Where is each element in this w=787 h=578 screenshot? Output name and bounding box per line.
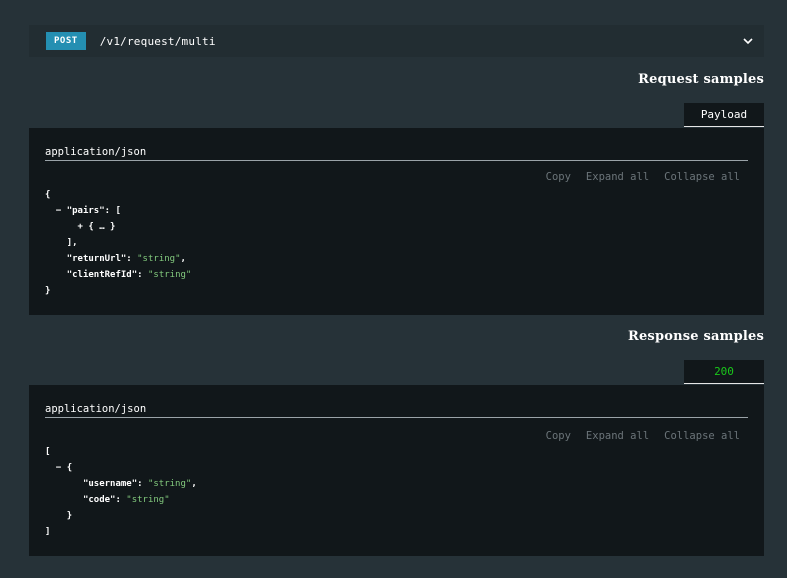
expand-toggle[interactable]: + { … }	[78, 222, 116, 232]
request-code-block: { − "pairs": [ + { … } ], "returnUrl": "…	[45, 190, 192, 296]
endpoint-path: /v1/request/multi	[99, 34, 216, 48]
response-code-block: [ − { "username": "string", "code": "str…	[45, 447, 197, 537]
code-line: }	[45, 286, 51, 296]
json-string: "string"	[126, 495, 170, 505]
collapse-toggle[interactable]: −	[56, 463, 61, 473]
tab-payload[interactable]: Payload	[684, 103, 764, 127]
json-key: "code"	[82, 495, 116, 505]
json-string: "string"	[147, 270, 192, 280]
json-key: "returnUrl"	[66, 254, 127, 264]
json-punct: {	[66, 463, 73, 473]
response-sample-panel: application/json Copy Expand all Collaps…	[29, 385, 764, 556]
json-key: "pairs"	[66, 206, 105, 216]
expand-all-button[interactable]: Expand all	[586, 430, 649, 442]
json-punct: }	[66, 511, 73, 521]
response-samples-title: Response samples	[627, 329, 764, 344]
tab-status-200[interactable]: 200	[684, 360, 764, 384]
json-key: "username"	[82, 479, 138, 489]
code-actions: Copy Expand all Collapse all	[546, 430, 740, 442]
code-actions: Copy Expand all Collapse all	[546, 171, 740, 183]
code-line: ]	[45, 527, 51, 537]
collapse-all-button[interactable]: Collapse all	[664, 171, 740, 183]
request-samples-title: Request samples	[638, 72, 764, 87]
json-key: "clientRefId"	[66, 270, 138, 280]
code-line: {	[45, 190, 51, 200]
chevron-down-icon[interactable]	[742, 36, 754, 46]
json-string: "string"	[147, 479, 192, 489]
http-method-badge: POST	[46, 32, 86, 50]
json-punct: : [	[104, 206, 121, 216]
json-string: "string"	[137, 254, 181, 264]
content-type-label: application/json	[45, 403, 748, 418]
collapse-toggle[interactable]: −	[56, 206, 61, 216]
request-sample-panel: application/json Copy Expand all Collaps…	[29, 128, 764, 315]
collapse-all-button[interactable]: Collapse all	[664, 430, 740, 442]
json-punct: ],	[66, 238, 78, 248]
endpoint-header[interactable]: POST /v1/request/multi	[29, 25, 764, 57]
content-type-label: application/json	[45, 146, 748, 161]
copy-button[interactable]: Copy	[546, 430, 571, 442]
code-line: [	[45, 447, 51, 457]
expand-all-button[interactable]: Expand all	[586, 171, 649, 183]
copy-button[interactable]: Copy	[546, 171, 571, 183]
